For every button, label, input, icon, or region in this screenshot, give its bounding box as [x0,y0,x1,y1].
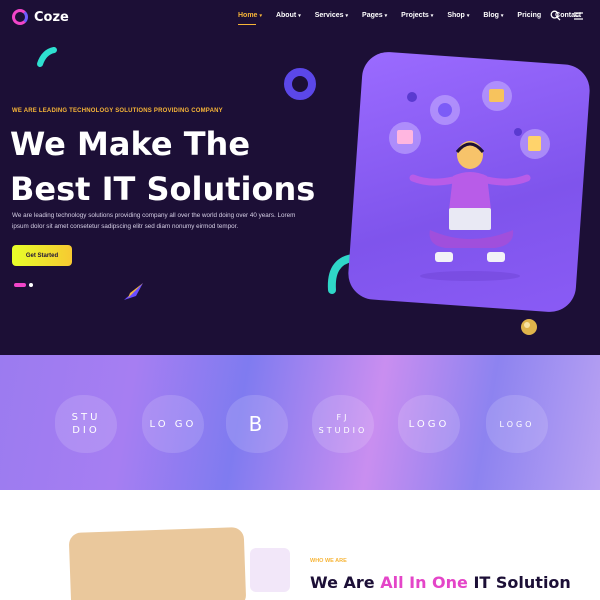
about-thumbnail-image [250,548,290,592]
meditating-developer-illustration [389,81,550,281]
about-eyebrow: WHO WE ARE [310,558,347,564]
get-started-button[interactable]: Get Started [12,245,72,266]
client-logo[interactable]: LOGO [486,395,548,453]
client-logo[interactable]: B [226,395,288,453]
slider-dot-active[interactable] [14,283,26,287]
about-title: We Are All In One IT Solution [310,573,571,592]
client-logo[interactable]: FJ STUDIO [312,395,374,453]
blue-torus-shape [284,68,316,100]
slider-pagination [14,283,33,287]
about-section: WHO WE ARE We Are All In One IT Solution [0,490,600,600]
client-logos-band: STU DIO LO GO B FJ STUDIO LOGO LOGO [0,355,600,490]
hero-eyebrow: WE ARE LEADING TECHNOLOGY SOLUTIONS PROV… [12,108,223,114]
hero-description: We are leading technology solutions prov… [12,212,296,230]
hero-section: Coze Home ▾ About ▾ Services ▾ Pages ▾ Proje… [0,0,600,355]
slider-dot[interactable] [29,283,33,287]
client-logo[interactable]: LOGO [398,395,460,453]
hero-headline: We Make The Best IT Solutions [10,125,316,208]
client-logo[interactable]: STU DIO [55,395,117,453]
teal-arc-shape [37,47,57,67]
about-image [68,526,247,600]
client-logo[interactable]: LO GO [142,395,204,453]
